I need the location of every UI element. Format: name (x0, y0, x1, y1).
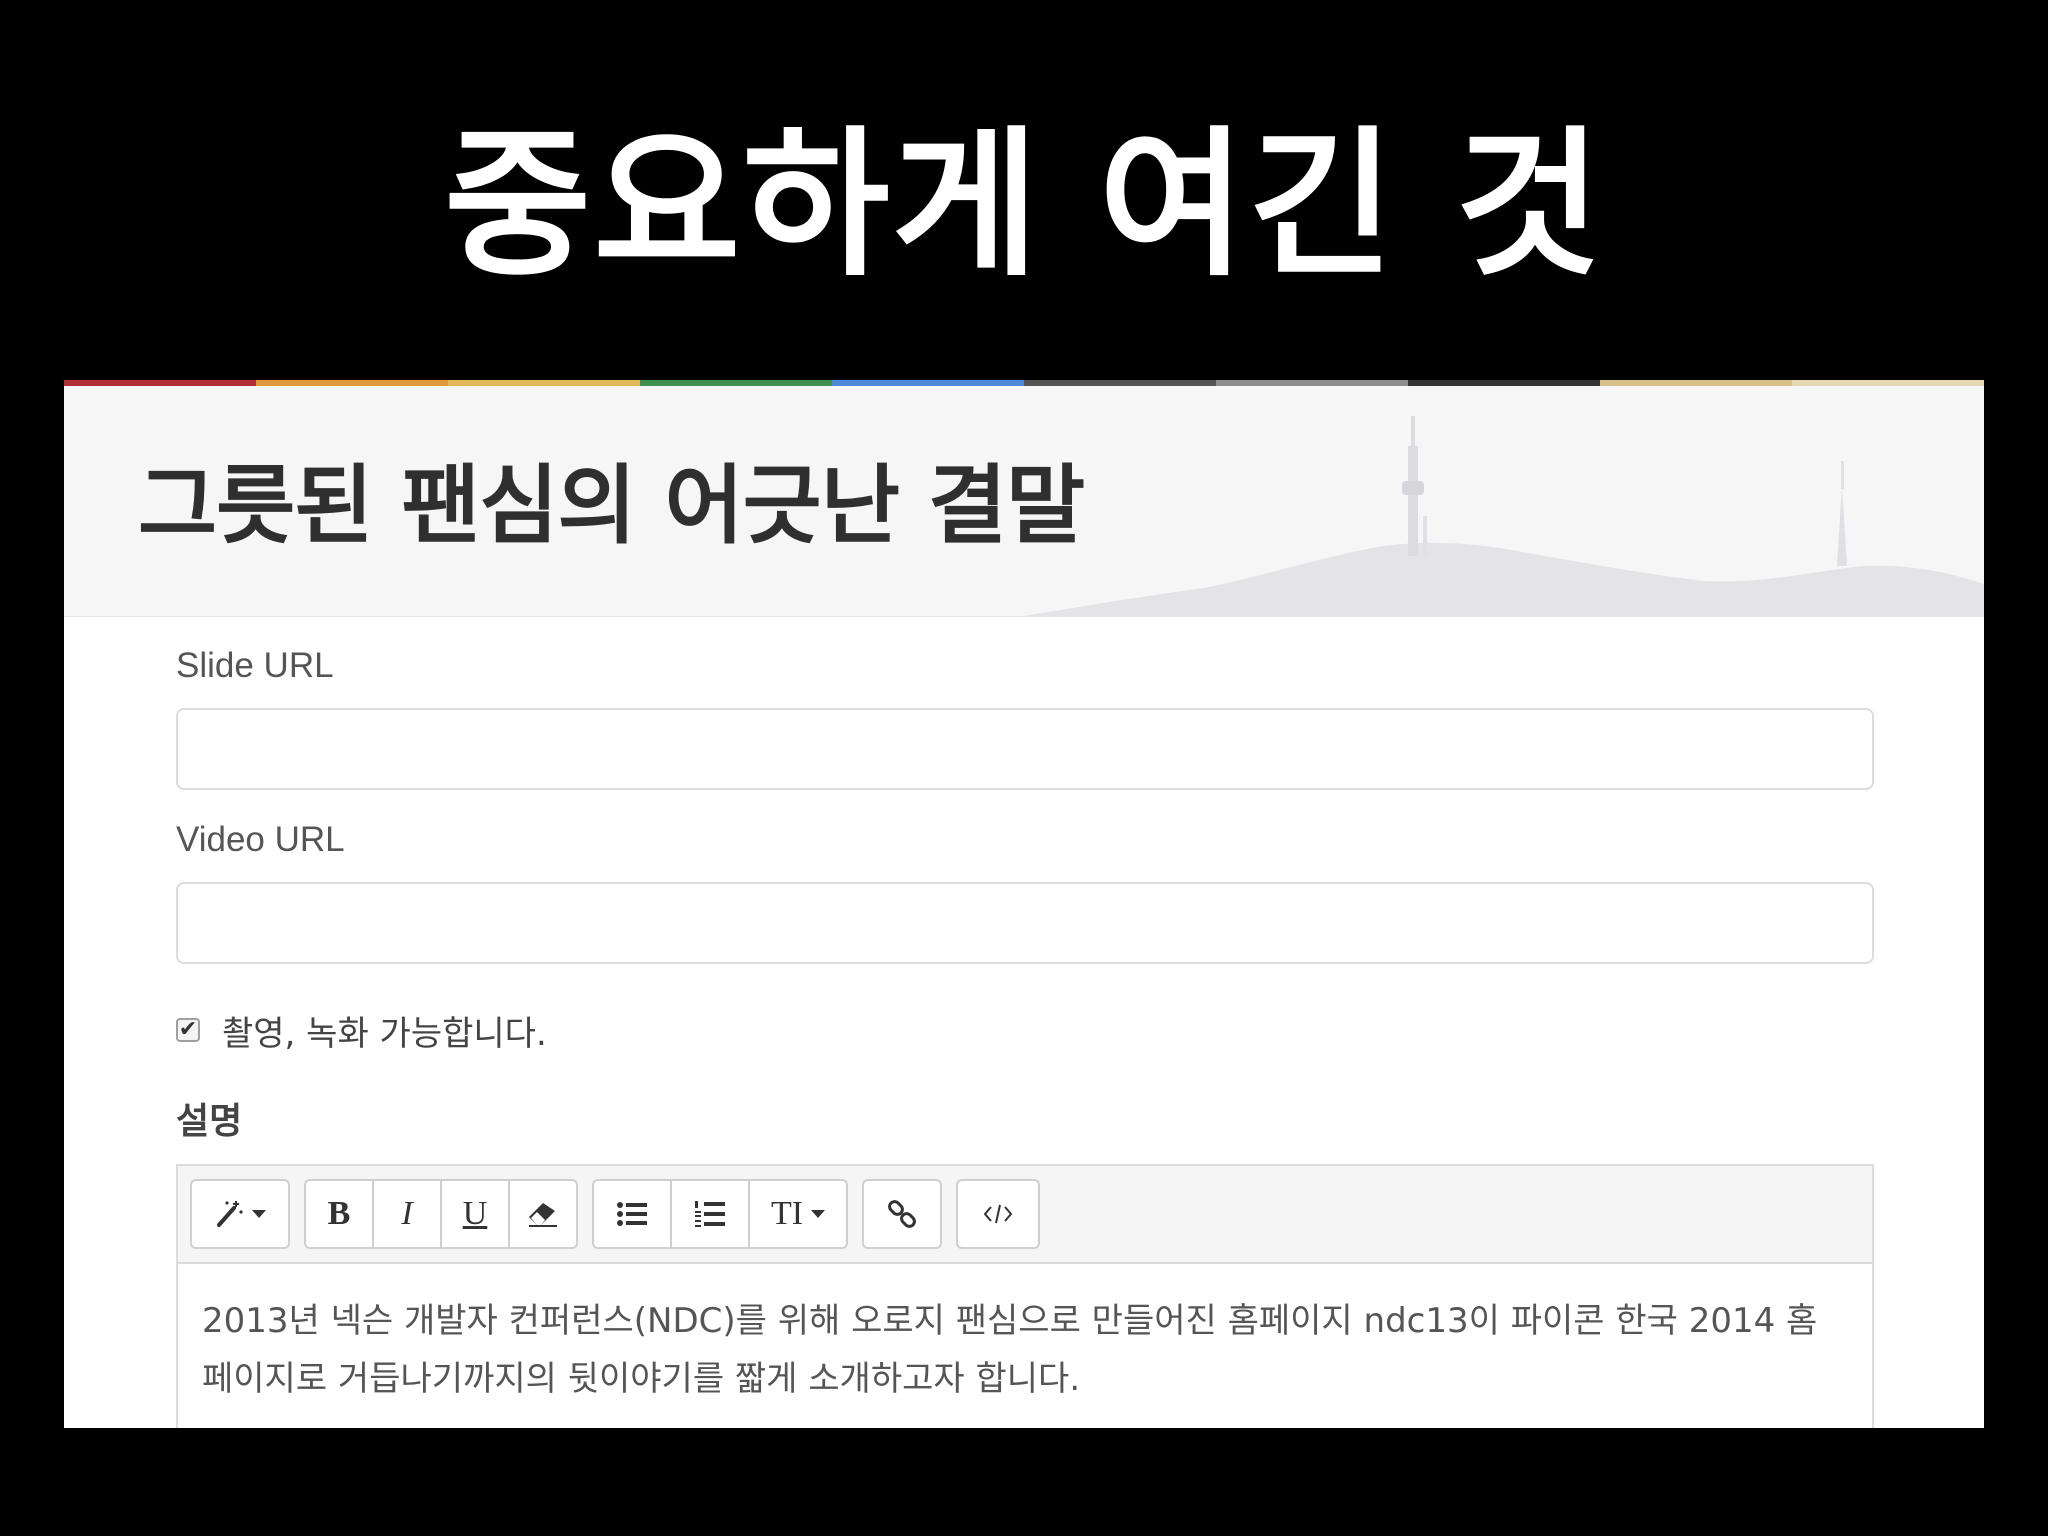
underline-button-label: U (462, 1195, 488, 1232)
remove-format-button[interactable] (508, 1179, 578, 1249)
underline-button[interactable]: U (440, 1179, 510, 1249)
font-size-dropdown-button[interactable]: TI (748, 1179, 848, 1249)
recording-permission-checkbox[interactable]: ✔ (176, 1018, 200, 1042)
site-screenshot: 그릇된 팬심의 어긋난 결말 Slide URL Video URL ✔ 촬영, (64, 380, 1984, 1428)
unordered-list-icon (617, 1202, 647, 1226)
paragraph-button-group: TI (592, 1179, 848, 1249)
video-url-input[interactable] (176, 882, 1874, 964)
unordered-list-button[interactable] (592, 1179, 672, 1249)
ordered-list-icon (695, 1201, 725, 1227)
font-style-button-group: B I U (304, 1179, 578, 1249)
description-editor: B I U TI 2013년 넥슨 개발자 컨퍼런스(NDC)를 위해 오로지 … (176, 1164, 1874, 1428)
style-button-group (190, 1179, 290, 1249)
editor-toolbar: B I U TI (178, 1166, 1872, 1264)
description-label: 설명 (176, 1101, 243, 1142)
style-dropdown-button[interactable] (190, 1179, 290, 1249)
insert-button-group (862, 1179, 942, 1249)
bold-button-label: B (327, 1195, 351, 1232)
site-header: 그릇된 팬심의 어긋난 결말 (64, 386, 1984, 617)
insert-link-button[interactable] (862, 1179, 942, 1249)
italic-button-label: I (401, 1195, 413, 1232)
checkmark-icon: ✔ (178, 1017, 198, 1042)
video-url-label: Video URL (176, 820, 345, 859)
italic-button[interactable]: I (372, 1179, 442, 1249)
chevron-down-icon (811, 1210, 826, 1218)
slide-url-label: Slide URL (176, 646, 334, 685)
eraser-icon (529, 1203, 557, 1227)
link-icon (888, 1200, 916, 1228)
slide-url-input[interactable] (176, 708, 1874, 790)
slide-title: 중요하게 여긴 것 (444, 111, 1604, 298)
presentation-slide: 중요하게 여긴 것 그릇된 팬심의 어긋난 결말 Slide URL Video… (0, 0, 2048, 1536)
site-header-title: 그릇된 팬심의 어긋난 결말 (138, 456, 1085, 556)
description-text-area[interactable]: 2013년 넥슨 개발자 컨퍼런스(NDC)를 위해 오로지 팬심으로 만들어진… (178, 1264, 1872, 1428)
talk-form: Slide URL Video URL ✔ 촬영, 녹화 가능합니다. 설명 B… (176, 616, 1876, 1428)
recording-permission-row: ✔ 촬영, 녹화 가능합니다. (176, 1010, 1876, 1054)
chevron-down-icon (252, 1210, 266, 1218)
recording-permission-label: 촬영, 녹화 가능합니다. (222, 1013, 547, 1054)
bold-button[interactable]: B (304, 1179, 374, 1249)
seoul-skyline-illustration (1024, 416, 1984, 616)
code-view-button[interactable] (956, 1179, 1040, 1249)
view-button-group (956, 1179, 1040, 1249)
code-view-icon (983, 1204, 1013, 1224)
font-size-button-label: TI (770, 1195, 804, 1232)
magic-wand-icon (217, 1201, 243, 1227)
ordered-list-button[interactable] (670, 1179, 750, 1249)
